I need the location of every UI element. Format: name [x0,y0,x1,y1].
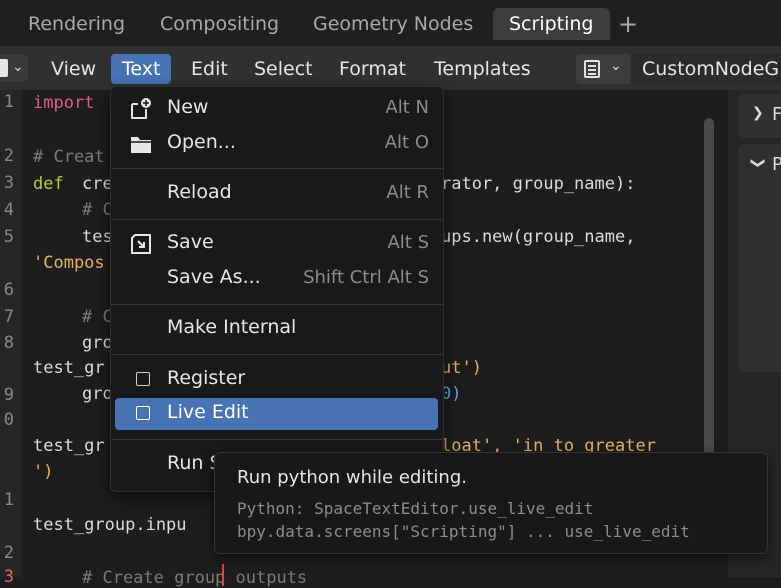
tab-rendering[interactable]: Rendering [28,8,125,40]
line-number: 4 [3,200,14,220]
menu-separator [111,168,443,169]
menu-item-save[interactable]: Save Alt S [115,228,438,260]
text-document-icon [584,60,600,78]
code-line: 0) [441,384,462,404]
text-menu-dropdown: New Alt N Open... Alt O Reload Alt R Sav… [110,86,444,492]
menu-item-live-edit[interactable]: Live Edit [115,398,438,430]
menu-separator [111,219,443,220]
text-editor-header: ⌄ View Text Edit Select Format Templates… [0,46,781,90]
save-icon [131,234,151,254]
menu-item-label: Register [167,367,246,389]
menu-item-label: Make Internal [167,316,297,338]
tab-scripting[interactable]: Scripting [493,8,610,40]
menu-edit[interactable]: Edit [180,54,239,84]
line-number-current: 3 [3,567,14,587]
menu-item-new[interactable]: New Alt N [115,93,438,125]
sidebar-panel-expanded[interactable]: ❯ P [738,144,781,372]
line-number: 9 [3,385,14,405]
chevron-down-icon: ❯ [749,157,766,169]
menu-item-label: Save As... [167,266,261,288]
menu-item-make-internal[interactable]: Make Internal [115,313,438,345]
code-line: # Create group outputs [82,568,308,588]
menu-item-label: Reload [167,181,232,203]
tab-compositing[interactable]: Compositing [160,8,279,40]
line-number: 5 [3,227,14,247]
add-workspace-button[interactable]: + [616,8,640,40]
menu-format[interactable]: Format [328,54,417,84]
code-line: # C [82,200,113,220]
line-number-gutter: 1 2 3 4 5 6 7 8 9 0 1 2 3 [0,90,22,587]
register-checkbox[interactable] [136,372,150,386]
text-cursor [222,564,224,586]
panel-title: F [772,104,781,125]
code-line: cre [82,174,113,194]
line-number: 7 [3,307,14,327]
chevron-down-icon: ⌄ [12,59,24,75]
code-line: ') [33,462,54,482]
menu-item-label: Save [167,231,214,253]
workspace-tabs-bar: Rendering Compositing Geometry Nodes Scr… [0,0,781,46]
menu-templates[interactable]: Templates [423,54,542,84]
menu-item-shortcut: Alt R [386,182,429,203]
menu-separator [111,354,443,355]
folder-icon [131,137,151,153]
tooltip-data-path: bpy.data.screens["Scripting"] ... use_li… [237,522,690,541]
code-line: gro [82,333,113,353]
line-number: 8 [3,333,14,353]
code-line: rator, group_name): [441,174,636,194]
code-line: test_group.inpu [33,515,187,535]
menu-item-register[interactable]: Register [115,364,438,396]
tooltip-python-path: Python: SpaceTextEditor.use_live_edit [237,499,594,518]
menu-item-shortcut: Alt N [385,97,429,118]
line-number: 2 [3,146,14,166]
tab-geometry-nodes[interactable]: Geometry Nodes [313,8,473,40]
code-line: test_gr [33,358,105,378]
sidebar-panel-collapsed[interactable]: ❯ F [738,94,781,138]
editor-type-dropdown[interactable]: ⌄ [0,54,28,82]
menu-view[interactable]: View [40,54,107,84]
text-datablock-browse[interactable]: ⌄ [576,54,630,84]
line-number: 2 [3,543,14,563]
menu-select[interactable]: Select [243,54,324,84]
code-line: # C [82,307,113,327]
menu-text[interactable]: Text [111,54,172,84]
text-editor-icon [0,59,8,77]
code-line: ups.new(group_name, [441,227,636,247]
code-line: def [33,174,64,194]
code-line: ut') [441,358,482,378]
menu-item-shortcut: Alt S [387,232,429,253]
line-number: 1 [3,490,14,510]
menu-separator [111,439,443,440]
vertical-scrollbar[interactable] [704,118,714,478]
menu-item-label: Live Edit [167,401,249,423]
menu-item-save-as[interactable]: Save As... Shift Ctrl Alt S [115,263,438,295]
code-line: tes [82,227,113,247]
code-line: gro [82,384,113,404]
line-number: 1 [3,92,14,112]
chevron-right-icon: ❯ [752,105,764,121]
live-edit-tooltip: Run python while editing. Python: SpaceT… [214,452,768,554]
tooltip-title: Run python while editing. [237,467,467,488]
panel-title: P [772,154,781,175]
menu-item-shortcut: Alt O [384,132,429,153]
menu-item-open[interactable]: Open... Alt O [115,128,438,160]
code-line: import [33,93,95,113]
menu-item-reload[interactable]: Reload Alt R [115,178,438,210]
line-number: 6 [3,280,14,300]
menu-item-label: Open... [167,131,236,153]
menu-item-shortcut: Shift Ctrl Alt S [303,267,429,288]
code-line: 'Compos [33,253,105,273]
line-number: 0 [3,410,14,430]
live-edit-checkbox[interactable] [136,406,150,420]
line-number: 3 [3,173,14,193]
menu-separator [111,304,443,305]
menu-item-label: New [167,96,209,118]
code-line: test_gr [33,436,105,456]
new-file-icon [131,98,151,119]
text-datablock-name-field[interactable]: CustomNodeG [632,54,781,84]
chevron-down-icon: ⌄ [610,58,622,74]
code-line: # Creat [33,147,105,167]
